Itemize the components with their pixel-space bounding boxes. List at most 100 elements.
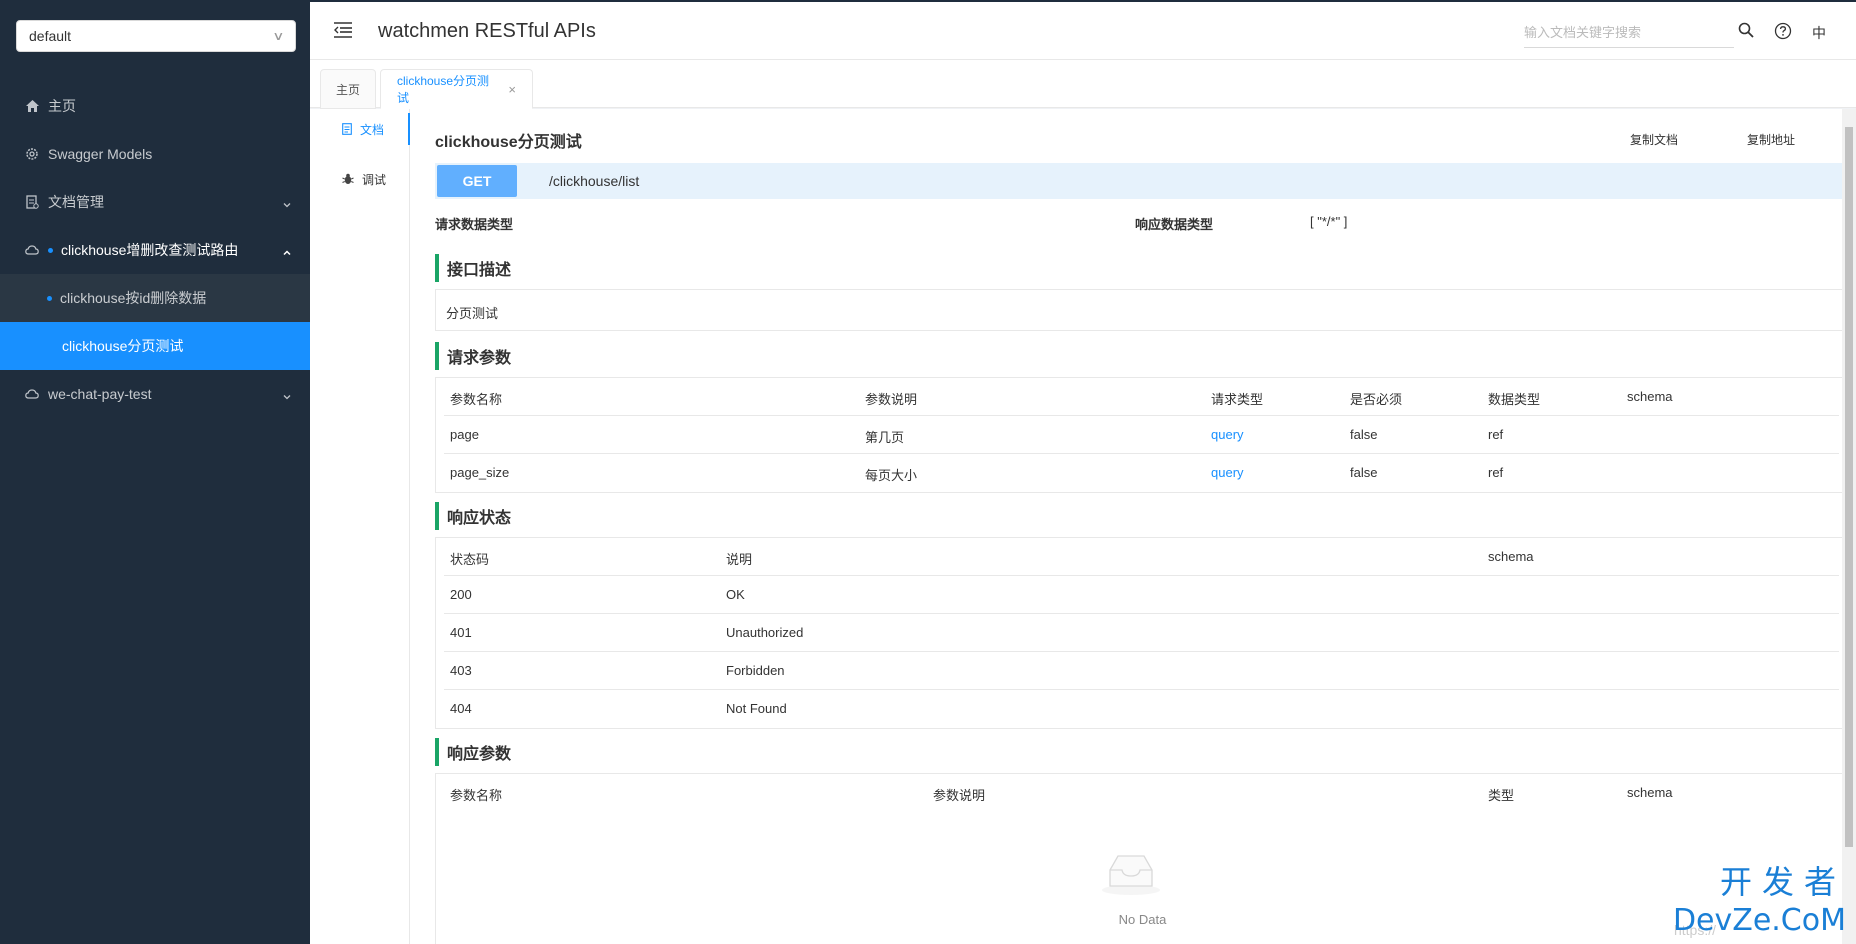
tab-label: clickhouse分页测试 [397,74,490,105]
sidebar-item-home[interactable]: 主页 [0,82,310,130]
chevron-down-icon: ∨ [272,29,285,43]
doc-title: clickhouse分页测试 [435,134,582,151]
column-header: 是否必须 [1350,392,1403,407]
chevron-up-icon [282,245,292,256]
scrollbar-thumb[interactable] [1845,127,1853,847]
status-desc: Unauthorized [726,625,804,640]
doc-nav: 文档 调试 [310,109,410,944]
column-header: 说明 [726,552,753,567]
help-icon[interactable] [1774,22,1792,43]
sidebar-item-label: 主页 [48,98,76,114]
column-header: 参数名称 [450,788,503,803]
sidebar-item-wechat-pay-test[interactable]: we-chat-pay-test [0,370,310,418]
status-desc: Forbidden [726,663,785,678]
response-type-label: 响应数据类型 [1135,217,1214,232]
section-response-params-heading: 响应参数 [435,738,511,766]
tab-bar: 主页 clickhouse分页测试 × [310,60,1856,109]
close-icon[interactable]: × [508,82,516,97]
column-header: schema [1627,785,1673,800]
doc-nav-label: 文档 [360,122,385,137]
sidebar-item-label: clickhouse增删改查测试路由 [61,242,239,258]
param-in: query [1211,465,1244,480]
param-desc: 每页大小 [865,468,918,483]
table-row: 200 OK [444,576,1839,614]
request-params-table: 参数名称 参数说明 请求类型 是否必须 数据类型 schema page 第几页… [435,377,1848,493]
column-header: 类型 [1488,788,1515,803]
sidebar-item-label: clickhouse分页测试 [62,338,184,354]
table-header-row: 参数名称 参数说明 请求类型 是否必须 数据类型 schema [444,378,1839,416]
status-code: 403 [450,663,472,678]
sidebar-item-label: 文档管理 [48,194,104,210]
gear-icon [24,146,40,162]
doc-nav-docs[interactable]: 文档 [310,113,410,145]
vertical-scrollbar[interactable] [1842,109,1856,944]
sidebar-item-doc-manage[interactable]: 文档管理 [0,178,310,226]
menu-fold-icon[interactable] [334,22,352,38]
search-input[interactable] [1524,18,1734,48]
method-badge[interactable]: GET [437,165,517,197]
language-toggle[interactable]: 中 [1812,23,1826,43]
endpoint-path: /clickhouse/list [549,173,640,189]
sidebar-item-delete-by-id[interactable]: clickhouse按id删除数据 [0,274,310,322]
watermark-logo: 开发者 DevZe.CoM [1673,857,1846,938]
column-header: schema [1627,389,1673,404]
request-type-label: 请求数据类型 [435,217,514,232]
table-row: page_size 每页大小 query false ref [444,454,1839,492]
column-header: schema [1488,549,1534,564]
column-header: 参数说明 [933,788,986,803]
doc-nav-debug[interactable]: 调试 [310,163,410,195]
column-header: 数据类型 [1488,392,1541,407]
param-type: ref [1488,465,1504,480]
status-desc: Not Found [726,701,787,716]
param-required: false [1350,465,1378,480]
sidebar-item-swagger-models[interactable]: Swagger Models [0,130,310,178]
column-header: 请求类型 [1211,392,1264,407]
empty-state: No Data [435,812,1848,944]
no-data-text: No Data [1118,912,1167,927]
sidebar: default ∨ 主页 Swagger Models 文档管理 clickho… [0,0,310,944]
column-header: 参数说明 [865,392,918,407]
column-header: 参数名称 [450,392,503,407]
param-required: false [1350,427,1378,442]
doc-manage-icon [24,194,40,210]
param-desc: 第几页 [865,430,905,445]
table-row: page 第几页 query false ref [444,416,1839,454]
column-header: 状态码 [450,552,490,567]
empty-inbox-icon [1100,852,1162,899]
table-header-row: 参数名称 参数说明 类型 schema [444,774,1839,812]
cloud-icon [24,386,40,402]
watermark-line2: DevZe.CoM [1672,903,1846,938]
tab-paging-test[interactable]: clickhouse分页测试 × [380,69,533,109]
description-box: 分页测试 [435,289,1848,331]
chevron-down-icon [282,389,292,400]
tab-home[interactable]: 主页 [320,69,376,109]
description-text: 分页测试 [446,306,499,321]
home-icon [24,98,40,114]
response-type-value: [ "*/*" ] [1310,214,1348,229]
search-icon[interactable] [1738,22,1754,41]
app-title: watchmen RESTful APIs [378,20,596,42]
param-in: query [1211,427,1244,442]
copy-url-link[interactable]: 复制地址 [1747,131,1795,148]
top-header: watchmen RESTful APIs 中 [310,0,1856,60]
sidebar-item-label: Swagger Models [48,146,153,162]
param-name: page_size [450,465,510,480]
sidebar-item-paging-test[interactable]: clickhouse分页测试 [0,322,310,370]
sidebar-item-clickhouse-router[interactable]: clickhouse增删改查测试路由 [0,226,310,274]
response-params-table: 参数名称 参数说明 类型 schema [435,773,1848,812]
bullet-dot-icon [47,295,52,301]
group-select-value: default [29,28,72,44]
table-row: 403 Forbidden [444,652,1839,690]
table-row: 401 Unauthorized [444,614,1839,652]
table-header-row: 状态码 说明 schema [444,538,1839,576]
section-response-status-heading: 响应状态 [435,502,511,530]
bullet-dot-icon [48,247,53,253]
copy-doc-link[interactable]: 复制文档 [1630,131,1678,148]
group-select[interactable]: default ∨ [16,20,296,52]
watermark-line1: 开发者 [1719,863,1846,901]
chevron-down-icon [282,197,292,208]
status-code: 401 [450,625,472,640]
doc-nav-label: 调试 [362,172,387,187]
status-code: 404 [450,701,472,716]
main-content: 文档 调试 clickhouse分页测试 复制文档 复制地址 GET /clic… [310,109,1856,944]
